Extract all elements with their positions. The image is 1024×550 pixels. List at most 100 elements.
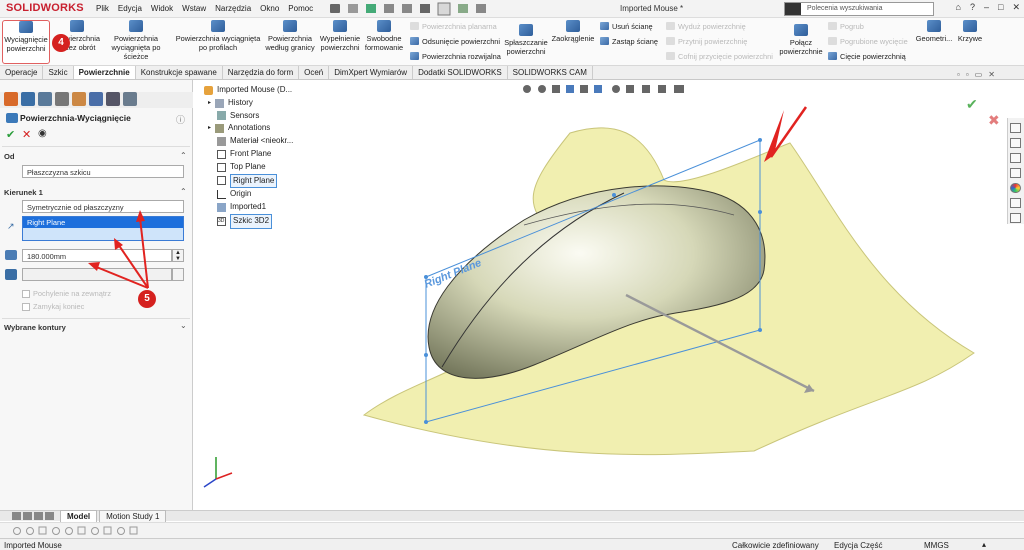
loft-surface-icon — [211, 20, 225, 32]
design-library-icon[interactable] — [1010, 138, 1021, 148]
selected-contours-label: Wybrane kontury — [4, 323, 66, 332]
title-bar: SOLIDWORKS Plik Edycja Widok Wstaw Narzę… — [0, 0, 1024, 18]
untrim-surface-icon — [666, 52, 675, 60]
planar-surface-button[interactable]: Powierzchnia planarna — [410, 22, 497, 31]
depth-icon — [5, 250, 17, 260]
menu-insert[interactable]: Wstaw — [182, 4, 206, 13]
boundary-surface-button[interactable]: Powierzchnia według granicy — [264, 20, 316, 52]
draft-icon[interactable] — [5, 269, 17, 280]
cap-end-checkbox[interactable] — [22, 303, 30, 311]
resources-icon[interactable] — [1010, 123, 1021, 133]
display-manager-icon[interactable] — [72, 92, 86, 106]
menu-file[interactable]: Plik — [96, 4, 109, 13]
ruled-surface-button[interactable]: Powierzchnia rozwijalna — [410, 52, 501, 61]
tab-cam[interactable]: SOLIDWORKS CAM — [508, 66, 593, 79]
fill-surface-icon — [333, 20, 347, 32]
sweep-surface-button[interactable]: Powierzchnia wyciągnięta po ścieżce — [100, 20, 172, 61]
ok-checkmark-icon[interactable]: ✔ — [6, 128, 15, 141]
trim-surface-icon — [666, 37, 675, 45]
reverse-direction-icon[interactable]: ↗ — [7, 221, 15, 232]
status-customize-icon[interactable]: ▴ — [982, 540, 986, 549]
file-explorer-icon[interactable] — [1010, 153, 1021, 163]
tab-features[interactable]: Operacje — [0, 66, 44, 79]
step-badge-5: 5 — [138, 290, 156, 308]
surface-cut-icon — [828, 52, 837, 60]
preview-eye-icon[interactable]: ◉ — [38, 128, 47, 139]
minimize-icon[interactable]: – — [984, 2, 989, 13]
extend-surface-button[interactable]: Wyduż powierzchnię — [666, 22, 746, 31]
appearances-icon[interactable] — [1010, 183, 1021, 193]
shortcut-icons[interactable] — [12, 526, 142, 536]
reference-geometry-button[interactable]: Geometri... — [914, 20, 954, 43]
draft-outward-checkbox[interactable] — [22, 290, 30, 298]
flatten-surface-button[interactable]: Spłaszczanie powierzchni — [504, 24, 548, 56]
fillet-button[interactable]: Zaokrąglenie — [550, 20, 596, 43]
extend-surface-icon — [666, 22, 675, 30]
feature-manager-icon[interactable] — [4, 92, 18, 106]
menu-help[interactable]: Pomoc — [288, 4, 313, 13]
replace-face-icon — [600, 37, 609, 45]
menu-window[interactable]: Okno — [260, 4, 279, 13]
offset-surface-button[interactable]: Odsunięcie powierzchni — [410, 37, 500, 46]
freeform-button[interactable]: Swobodne formowanie — [362, 20, 406, 52]
tab-evaluate[interactable]: Oceń — [299, 66, 330, 79]
untrim-surface-button[interactable]: Cofnij przycięcie powierzchni — [666, 52, 773, 61]
tab-mold-tools[interactable]: Narzędzia do form — [223, 66, 300, 79]
cam-operation-icon[interactable] — [106, 92, 120, 106]
fill-surface-button[interactable]: Wypełnienie powierzchni — [318, 20, 362, 52]
search-input[interactable]: Polecenia wyszukiwania — [784, 2, 934, 16]
flatten-surface-icon — [519, 24, 533, 36]
heads-up-view-toolbar[interactable] — [522, 83, 692, 95]
extrude-surface-button[interactable]: Wyciągnięcie powierzchni — [2, 20, 50, 64]
menu-view[interactable]: Widok — [151, 4, 173, 13]
quick-access-toolbar[interactable] — [330, 2, 510, 16]
help-icon[interactable]: ⓘ — [176, 113, 185, 126]
cam-tool-icon[interactable] — [123, 92, 137, 106]
replace-face-button[interactable]: Zastąp ścianę — [600, 37, 658, 46]
solidworks-logo: SOLIDWORKS — [6, 2, 84, 14]
delete-face-button[interactable]: Usuń ścianę — [600, 22, 653, 31]
tab-sketch[interactable]: Szkic — [43, 66, 74, 79]
thicken-cut-button[interactable]: Pogrubione wycięcie — [828, 37, 908, 46]
tab-addins[interactable]: Dodatki SOLIDWORKS — [413, 66, 508, 79]
knit-surface-button[interactable]: Połącz powierzchnie — [778, 24, 824, 56]
graphics-area[interactable]: Right Plane — [194, 95, 1004, 507]
revolve-surface-icon — [70, 20, 84, 32]
chevron-down-icon[interactable]: ⌄ — [180, 321, 187, 330]
menu-tools[interactable]: Narzędzia — [215, 4, 251, 13]
thicken-button[interactable]: Pogrub — [828, 22, 864, 31]
planar-surface-icon — [410, 22, 419, 30]
tab-dimxpert[interactable]: DimXpert Wymiarów — [329, 66, 414, 79]
curves-button[interactable]: Krzywe — [956, 20, 984, 43]
status-units[interactable]: MMGS — [924, 541, 949, 550]
cancel-x-icon[interactable]: ✕ — [22, 128, 31, 141]
configuration-manager-icon[interactable] — [38, 92, 52, 106]
home-icon[interactable]: ⌂ — [956, 2, 961, 13]
property-manager-icon[interactable] — [21, 92, 35, 106]
loft-surface-button[interactable]: Powierzchnia wyciągnięta po profilach — [174, 20, 262, 52]
dimxpert-manager-icon[interactable] — [55, 92, 69, 106]
chevron-up-icon[interactable]: ⌃ — [180, 151, 187, 160]
trim-surface-button[interactable]: Przytnij powierzchnię — [666, 37, 747, 46]
chevron-up-icon[interactable]: ⌃ — [180, 187, 187, 196]
tab-weldments[interactable]: Konstrukcje spawane — [136, 66, 223, 79]
help-icon[interactable]: ? — [970, 2, 975, 13]
from-dropdown[interactable]: Płaszczyzna szkicu — [22, 165, 184, 178]
cam-feature-icon[interactable] — [89, 92, 103, 106]
status-bar: Imported Mouse Całkowicie zdefiniowany E… — [0, 538, 1024, 550]
solidworks-forum-icon[interactable] — [1010, 213, 1021, 223]
custom-properties-icon[interactable] — [1010, 198, 1021, 208]
view-palette-icon[interactable] — [1010, 168, 1021, 178]
status-editing: Edycja Część — [834, 541, 883, 550]
restore-icon[interactable]: □ — [998, 2, 1003, 13]
tab-surfaces[interactable]: Powierzchnie — [73, 66, 136, 79]
direction-section-label: Kierunek 1 — [4, 188, 43, 197]
divider — [2, 318, 190, 319]
close-icon[interactable]: ✕ — [1012, 2, 1020, 13]
from-section-label: Od — [4, 152, 15, 161]
document-title: Imported Mouse * — [620, 4, 684, 13]
tab-scroll-arrows[interactable] — [12, 511, 56, 521]
doc-window-controls[interactable]: ▫▫▭✕ — [957, 70, 1001, 79]
surface-cut-button[interactable]: Cięcie powierzchnią — [828, 52, 906, 61]
menu-edit[interactable]: Edycja — [118, 4, 142, 13]
